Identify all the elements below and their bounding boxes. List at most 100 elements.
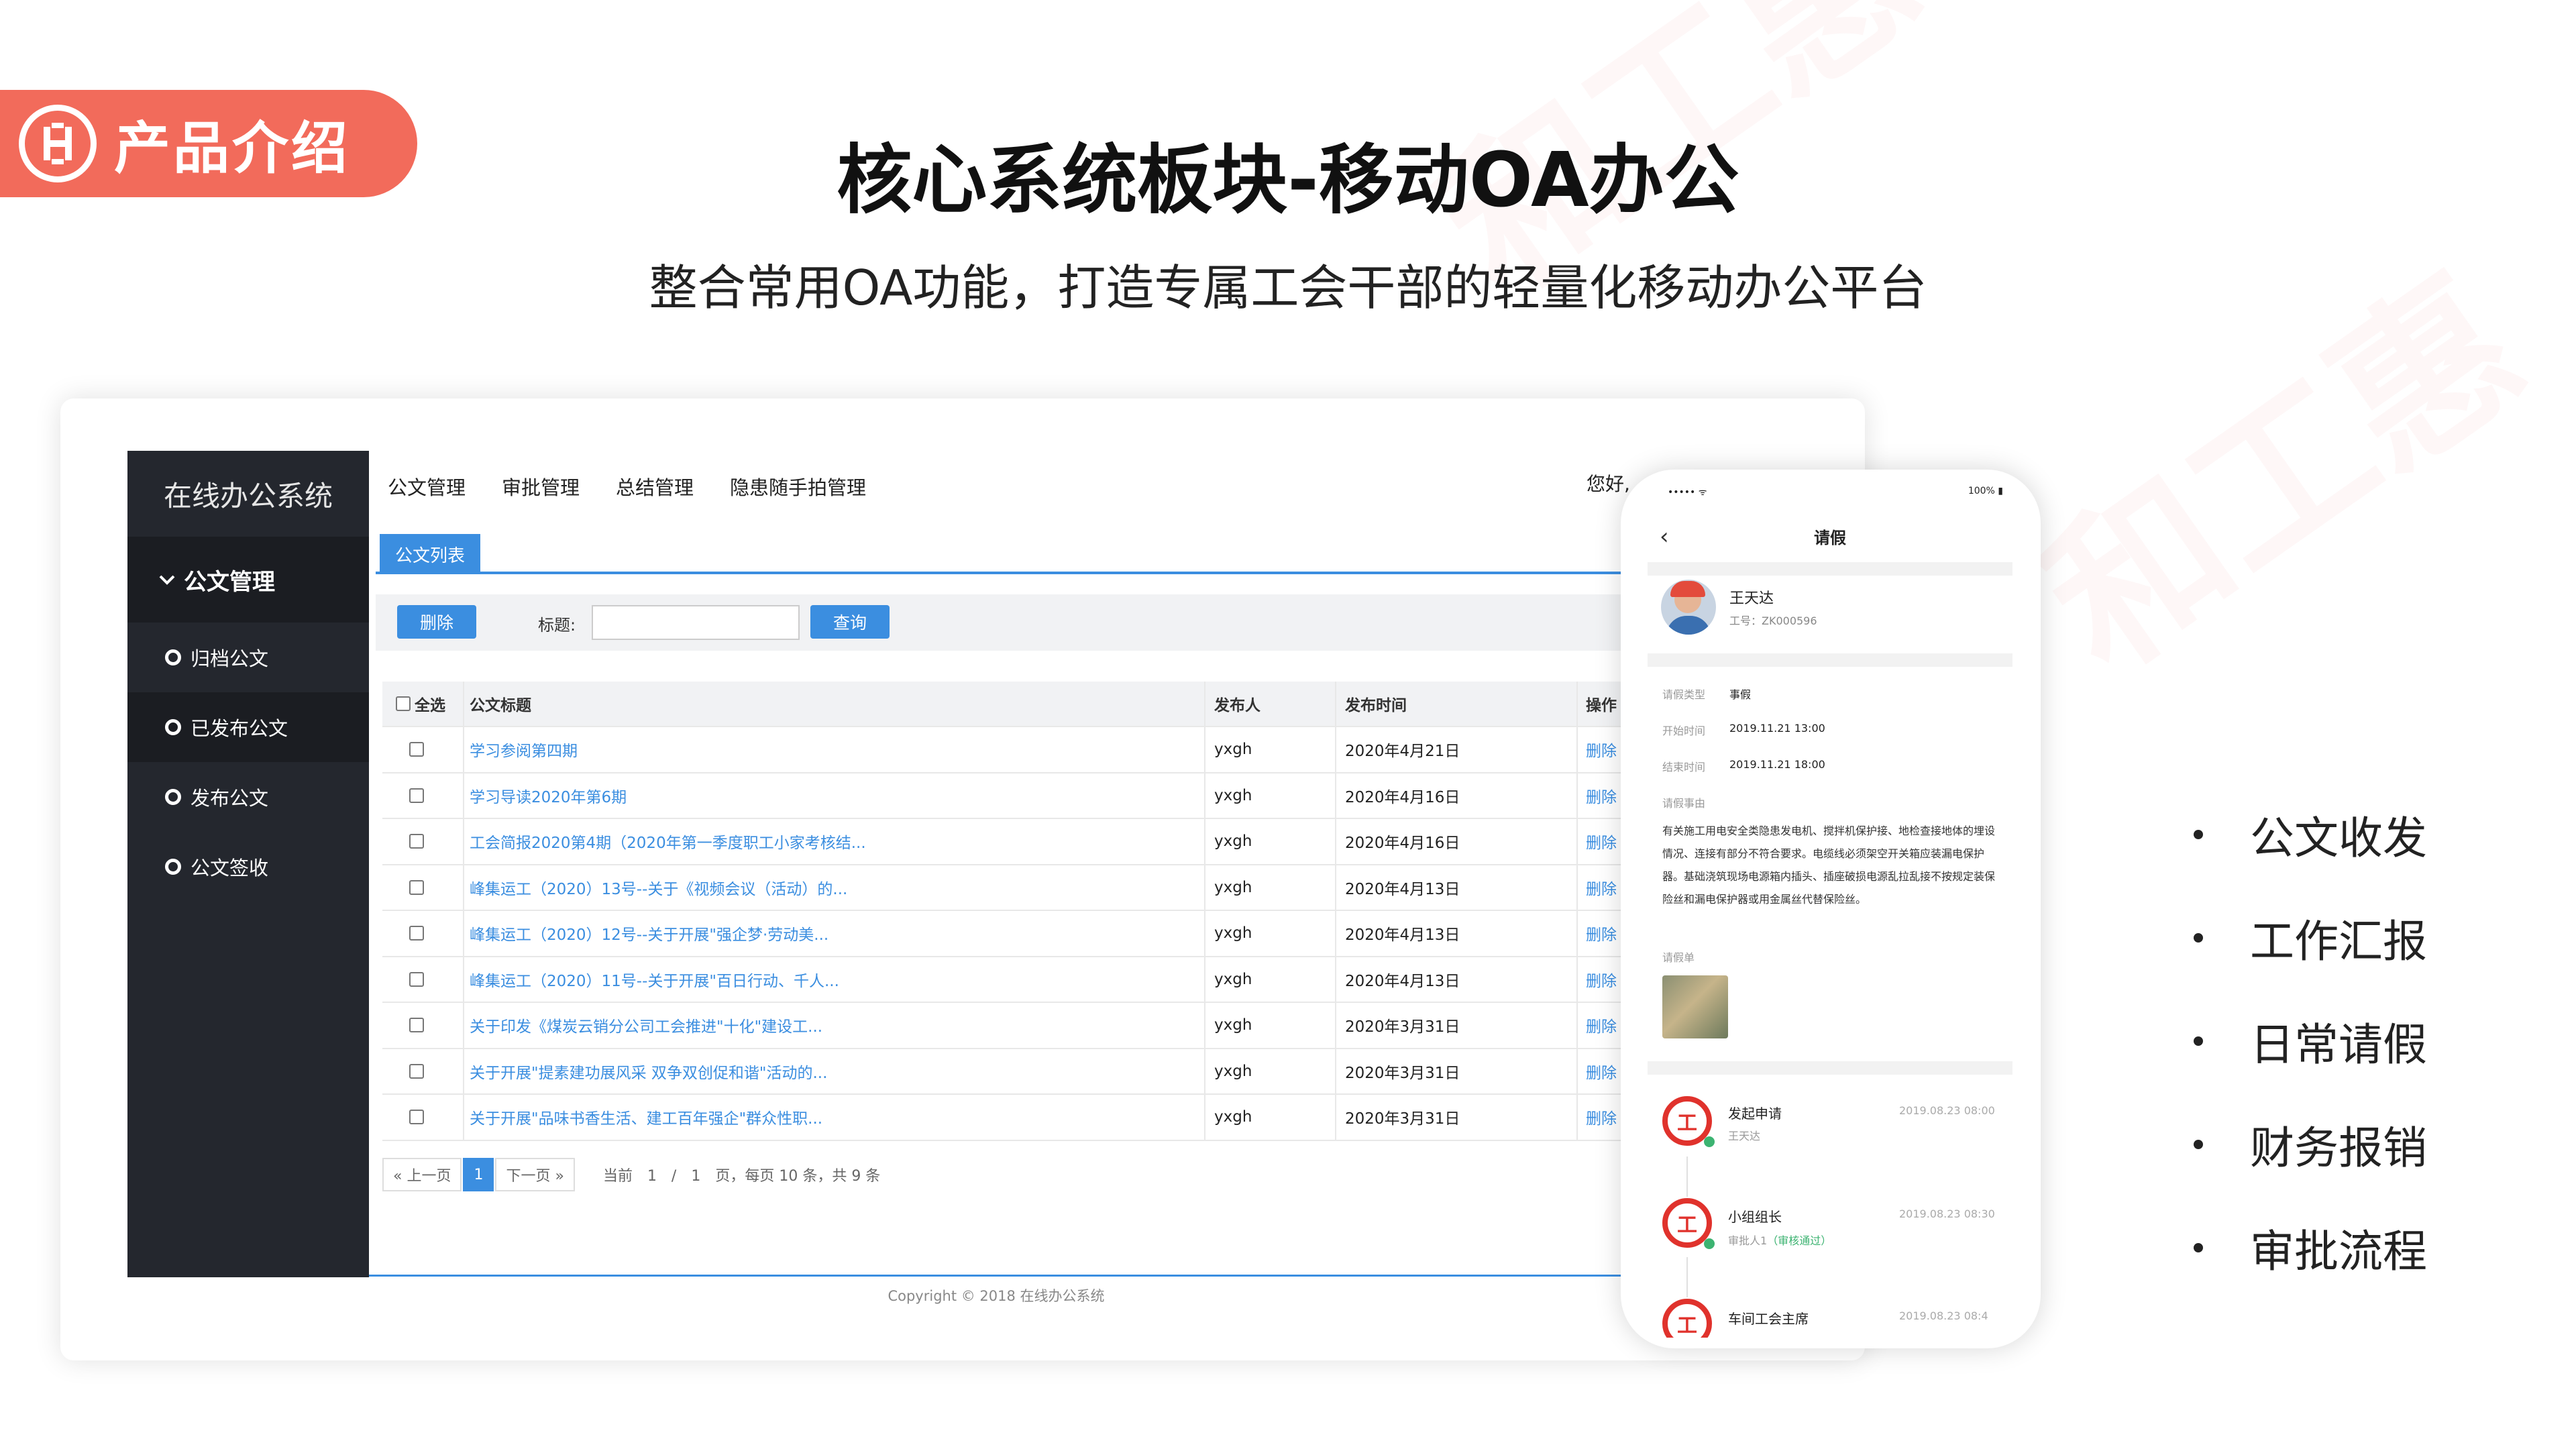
- doc-title-link[interactable]: 工会简报2020第4期（2020年第一季度职工小家考核结...: [470, 819, 1174, 864]
- feature-label: 审批流程: [2250, 1226, 2427, 1277]
- title-search-input[interactable]: [592, 605, 800, 640]
- footer-divider: [369, 1275, 1623, 1277]
- publisher-cell: yxgh: [1214, 970, 1252, 988]
- sidebar-item-label: 归档公文: [191, 647, 269, 670]
- sidebar: 在线办公系统 公文管理 归档公文 已发布公文 发布公文 公文签收: [127, 451, 369, 1277]
- bullet-icon: [2194, 1243, 2203, 1252]
- row-checkbox[interactable]: [409, 788, 424, 803]
- time-cell: 2020年4月21日: [1345, 743, 1460, 761]
- sidebar-group-label: 公文管理: [184, 568, 275, 596]
- reason-text: 有关施工用电安全类隐患发电机、搅拌机保护接、地检查接地体的埋设情况、连接有部分不…: [1662, 824, 1996, 906]
- flow-step-title: 车间工会主席: [1728, 1311, 1809, 1327]
- feature-item: 公文收发: [2194, 802, 2427, 867]
- delete-button[interactable]: 删除: [397, 605, 476, 639]
- doc-title-link[interactable]: 学习导读2020年第6期: [470, 773, 1174, 818]
- select-all-checkbox[interactable]: [396, 696, 411, 711]
- doc-title-link[interactable]: 峰集运工（2020）13号--关于《视频会议（活动）的...: [470, 865, 1174, 910]
- start-time-field: 开始时间 2019.11.21 13:00: [1662, 722, 1825, 738]
- row-checkbox[interactable]: [409, 926, 424, 941]
- content-area: 公文列表 删除 标题: 查询 全选 公文标题 发布人 发布时间 操作 学习参阅第…: [376, 534, 1623, 1272]
- table-row: 关于印发《煤炭云销分公司工会推进"十化"建设工... yxgh 2020年3月31日…: [382, 1003, 1623, 1049]
- table-row: 工会简报2020第4期（2020年第一季度职工小家考核结... yxgh 2020年…: [382, 819, 1623, 865]
- time-cell: 2020年4月13日: [1345, 972, 1460, 990]
- nav-approval[interactable]: 审批管理: [502, 472, 580, 500]
- row-checkbox[interactable]: [409, 1018, 424, 1033]
- flow-step-sub: 审批人1（审核通过）: [1728, 1232, 1831, 1248]
- table-header-row: 全选 公文标题 发布人 发布时间 操作: [382, 682, 1623, 727]
- nav-document[interactable]: 公文管理: [388, 472, 466, 500]
- sidebar-item-label: 发布公文: [191, 787, 269, 810]
- tab-document-list[interactable]: 公文列表: [380, 534, 480, 574]
- page-1-button[interactable]: 1: [463, 1158, 494, 1191]
- doc-title-link[interactable]: 峰集运工（2020）11号--关于开展"百日行动、千人...: [470, 957, 1174, 1002]
- table-body: 学习参阅第四期 yxgh 2020年4月21日 删除 学习导读2020年第6期 yxgh 2…: [382, 727, 1623, 1141]
- field-value: 2019.11.21 18:00: [1729, 758, 1825, 771]
- next-page-button[interactable]: 下一页 »: [495, 1158, 575, 1191]
- sidebar-item-label: 公文签收: [191, 857, 269, 879]
- union-logo-icon: 工: [1662, 1299, 1712, 1338]
- section-gap: [1648, 1061, 2012, 1075]
- query-button[interactable]: 查询: [810, 605, 890, 639]
- sidebar-item-archived[interactable]: 归档公文: [127, 623, 369, 692]
- flow-step-sub: 王天达: [1728, 1130, 1761, 1142]
- status-bar: ••••• ᯤ 100% ▮: [1668, 486, 2003, 498]
- row-checkbox[interactable]: [409, 834, 424, 849]
- doc-title-link[interactable]: 峰集运工（2020）12号--关于开展"强企梦·劳动美...: [470, 911, 1174, 956]
- approval-status: （审核通过）: [1767, 1234, 1832, 1247]
- row-checkbox[interactable]: [409, 1063, 424, 1079]
- page-title: 核心系统板块-移动OA办公: [837, 137, 1739, 224]
- leave-type-field: 请假类型 事假: [1662, 686, 1751, 702]
- battery-icon: 100% ▮: [1968, 486, 2003, 496]
- feature-item: 工作汇报: [2194, 906, 2427, 970]
- user-name: 王天达: [1729, 590, 1774, 607]
- doc-title-link[interactable]: 关于开展"提素建功展风采 双争双创促和谐"活动的...: [470, 1049, 1174, 1094]
- back-arrow-icon[interactable]: ‹: [1660, 523, 1669, 550]
- col-publisher: 发布人: [1214, 697, 1260, 714]
- doc-title-link[interactable]: 关于开展"品味书香生活、建工百年强企"群众性职...: [470, 1095, 1174, 1140]
- time-cell: 2020年4月16日: [1345, 788, 1460, 806]
- circle-arrow-icon: [165, 649, 181, 665]
- row-checkbox[interactable]: [409, 879, 424, 895]
- pager-info: 当前 1 / 1 页，每页 10 条，共 9 条: [602, 1168, 881, 1185]
- avatar: [1661, 580, 1716, 635]
- nav-hazard[interactable]: 隐患随手拍管理: [730, 472, 866, 500]
- phone-screen: ••••• ᯤ 100% ▮ 请假 ‹ 王天达 工号：ZK000596 请假类型…: [1648, 479, 2012, 1338]
- leave-sheet-photo[interactable]: [1662, 975, 1728, 1038]
- table-row: 峰集运工（2020）12号--关于开展"强企梦·劳动美... yxgh 2020年4…: [382, 911, 1623, 957]
- row-checkbox[interactable]: [409, 971, 424, 987]
- publisher-cell: yxgh: [1214, 1016, 1252, 1034]
- sidebar-group-document[interactable]: 公文管理: [127, 537, 369, 623]
- tab-strip: 公文列表: [376, 534, 1623, 574]
- top-nav: 公文管理 审批管理 总结管理 隐患随手拍管理: [369, 451, 1623, 522]
- leave-sheet-label: 请假单: [1662, 951, 1695, 964]
- time-cell: 2020年4月13日: [1345, 926, 1460, 945]
- row-checkbox[interactable]: [409, 742, 424, 757]
- signal-icon: ••••• ᯤ: [1668, 487, 1707, 498]
- phone-header-title: 请假: [1814, 528, 1846, 547]
- check-icon: [1704, 1136, 1715, 1147]
- sidebar-item-published[interactable]: 已发布公文: [127, 692, 369, 762]
- feature-label: 公文收发: [2250, 812, 2427, 864]
- flow-step-time: 2019.08.23 08:00: [1899, 1104, 1995, 1117]
- doc-title-link[interactable]: 学习参阅第四期: [470, 727, 1174, 772]
- col-title: 公文标题: [470, 697, 531, 714]
- bullet-icon: [2194, 933, 2203, 943]
- nav-summary[interactable]: 总结管理: [616, 472, 694, 500]
- row-checkbox[interactable]: [409, 1110, 424, 1125]
- employee-number: 工号：ZK000596: [1729, 614, 1817, 627]
- sidebar-item-signoff[interactable]: 公文签收: [127, 832, 369, 902]
- table-row: 学习参阅第四期 yxgh 2020年4月21日 删除: [382, 727, 1623, 773]
- flow-connector: [1686, 1257, 1688, 1297]
- check-icon: [1704, 1238, 1715, 1249]
- field-label: 结束时间: [1662, 761, 1706, 773]
- time-cell: 2020年3月31日: [1345, 1018, 1460, 1036]
- feature-label: 财务报销: [2250, 1122, 2427, 1174]
- sidebar-item-publish[interactable]: 发布公文: [127, 762, 369, 832]
- chevron-down-icon: [159, 575, 175, 585]
- doc-title-link[interactable]: 关于印发《煤炭云销分公司工会推进"十化"建设工...: [470, 1003, 1174, 1048]
- field-label: 请假类型: [1662, 688, 1706, 701]
- bullet-icon: [2194, 830, 2203, 839]
- prev-page-button[interactable]: « 上一页: [382, 1158, 462, 1191]
- time-cell: 2020年3月31日: [1345, 1064, 1460, 1082]
- publisher-cell: yxgh: [1214, 833, 1252, 851]
